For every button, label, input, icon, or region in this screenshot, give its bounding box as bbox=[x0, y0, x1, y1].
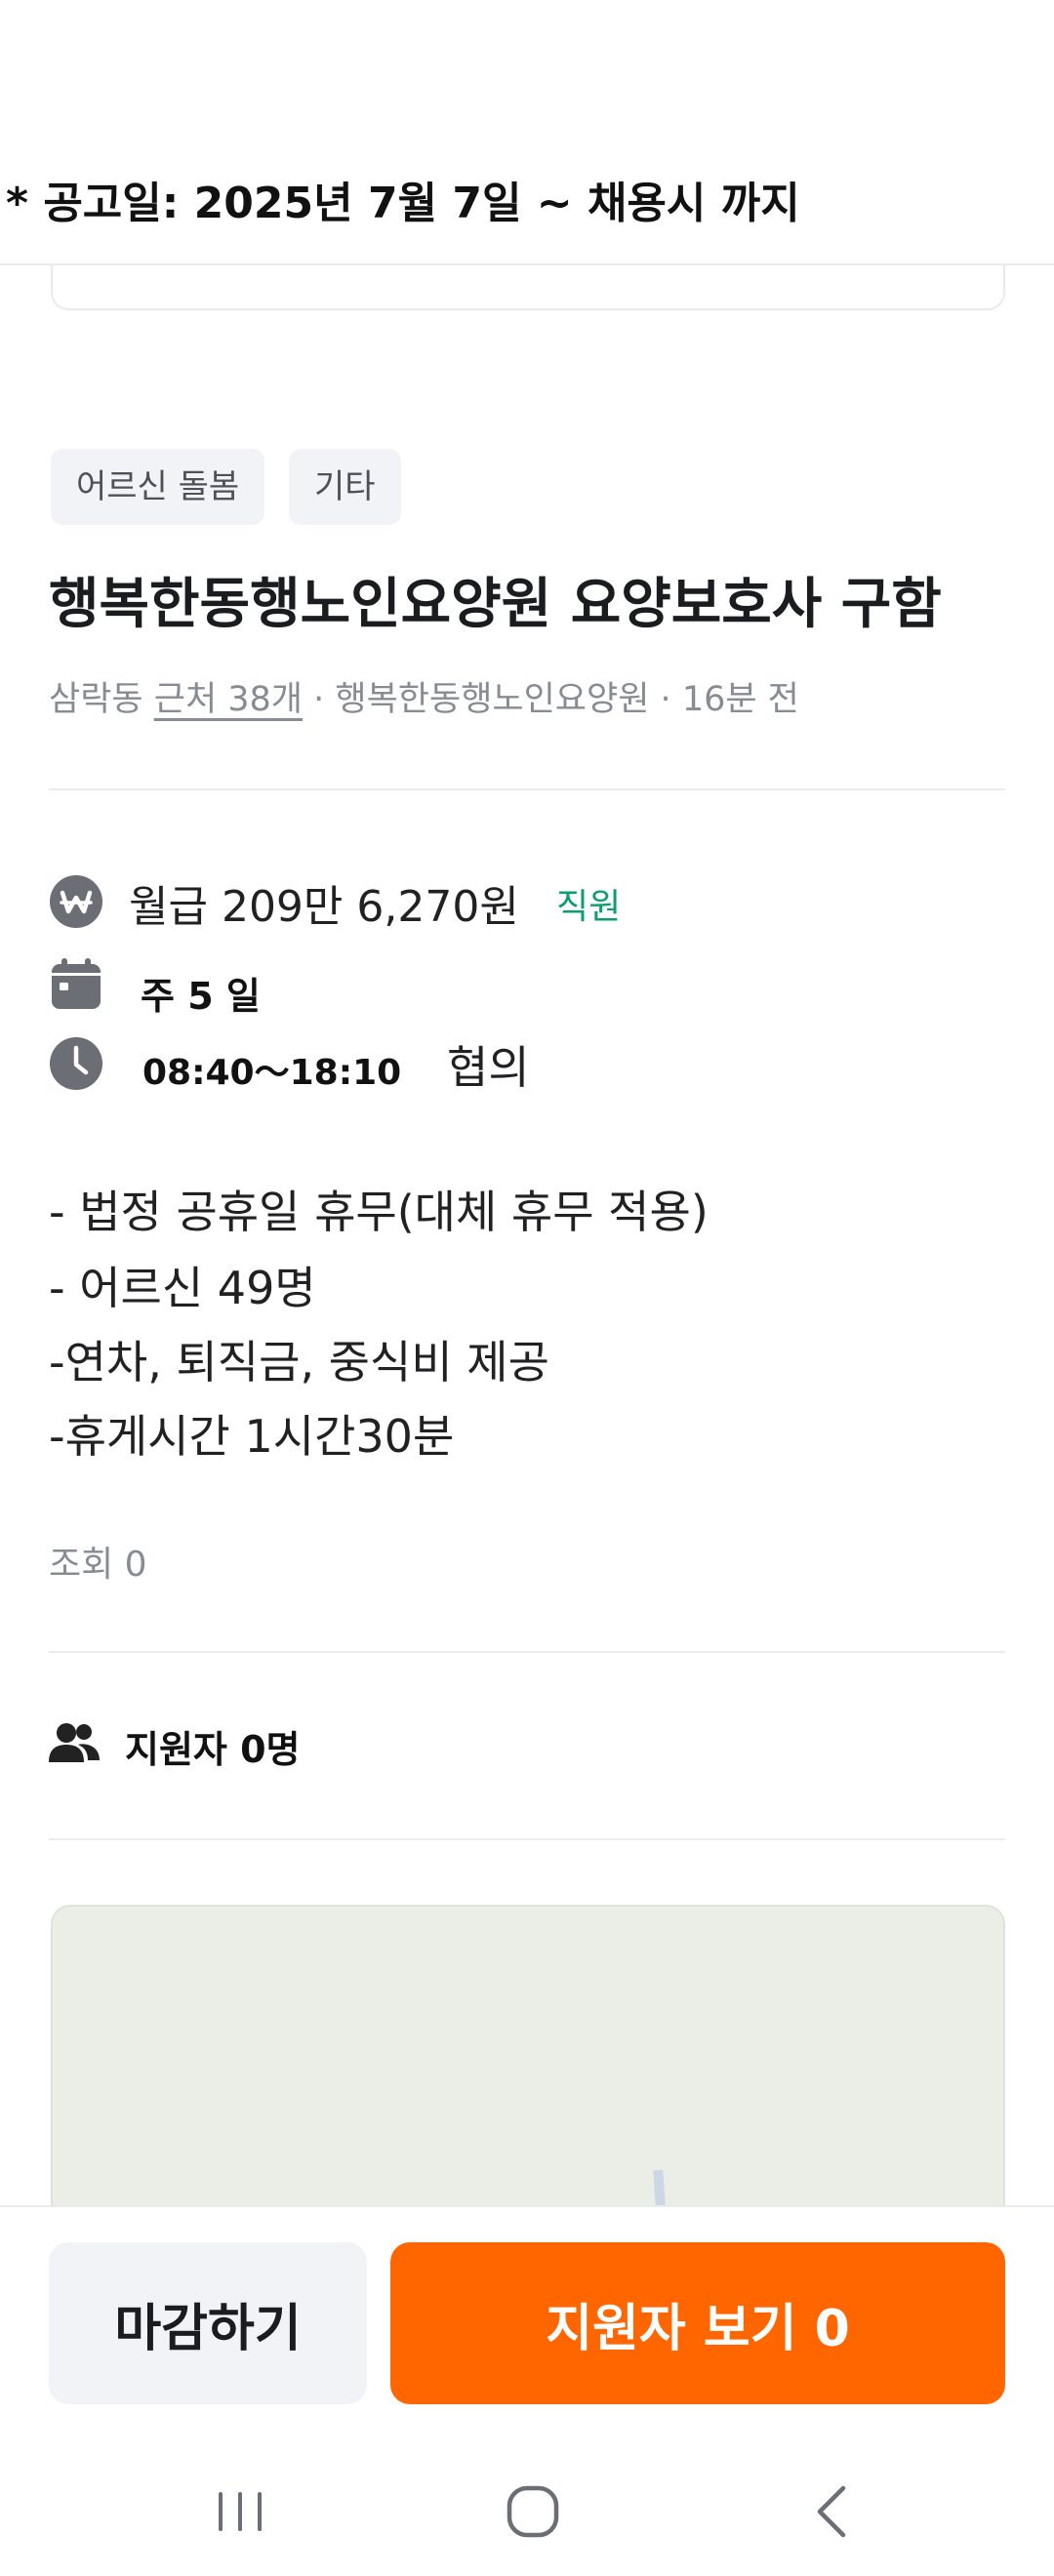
job-meta: 삼락동 근처 38개 · 행복한동행노인요양원 · 16분 전 bbox=[49, 671, 799, 721]
applicant-count[interactable]: 지원자 0명 bbox=[125, 1719, 301, 1773]
people-icon bbox=[49, 1723, 100, 1762]
wage: 월급 209만 6,270원 bbox=[129, 882, 519, 932]
home-icon[interactable] bbox=[494, 2473, 572, 2551]
close-posting-button[interactable]: 마감하기 bbox=[49, 2242, 367, 2404]
meta-separator: · bbox=[303, 680, 336, 719]
posted-time: 16분 전 bbox=[681, 680, 799, 719]
hours-negotiable: 협의 bbox=[447, 1041, 530, 1094]
description-line: - 어르신 49명 bbox=[49, 1262, 316, 1314]
employer-name: 행복한동행노인요양원 bbox=[335, 680, 650, 719]
back-icon[interactable] bbox=[792, 2473, 871, 2551]
work-days: 주 5 일 bbox=[141, 975, 261, 1018]
work-hours: 08:40～18:10 bbox=[142, 1053, 402, 1093]
view-applicants-button[interactable]: 지원자 보기 0 bbox=[390, 2242, 1005, 2404]
employment-type: 직원 bbox=[556, 887, 622, 927]
tag-elder-care[interactable]: 어르신 돌봄 bbox=[51, 449, 265, 525]
posting-period-notice: * 공고일: 2025년 7월 7일 ~ 채용시 까지 bbox=[6, 179, 800, 228]
won-icon bbox=[50, 875, 102, 928]
description-line: -연차, 퇴직금, 중식비 제공 bbox=[49, 1336, 549, 1389]
divider bbox=[49, 1651, 1005, 1653]
location: 삼락동 bbox=[49, 680, 143, 719]
calendar-icon bbox=[52, 958, 101, 1009]
nearby-link[interactable]: 근처 38개 bbox=[154, 680, 303, 719]
clock-icon bbox=[50, 1037, 102, 1090]
divider bbox=[49, 788, 1005, 790]
view-count: 조회 0 bbox=[49, 1545, 147, 1585]
tag-other[interactable]: 기타 bbox=[289, 449, 401, 525]
job-title: 행복한동행노인요양원 요양보호사 구함 bbox=[49, 573, 942, 636]
description-line: - 법정 공휴일 휴무(대체 휴무 적용) bbox=[49, 1186, 709, 1238]
meta-separator: · bbox=[649, 680, 682, 719]
recent-apps-icon[interactable] bbox=[201, 2473, 279, 2551]
divider bbox=[49, 1838, 1005, 1840]
location-map[interactable] bbox=[51, 1905, 1005, 2229]
description-line: -휴게시간 1시간30분 bbox=[49, 1410, 455, 1463]
